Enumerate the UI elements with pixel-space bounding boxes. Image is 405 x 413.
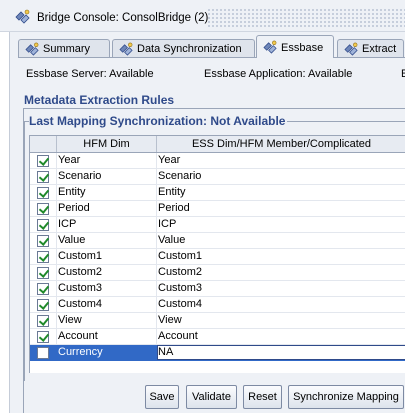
ess-dim-cell[interactable]: Scenario: [157, 169, 405, 184]
include-checkbox[interactable]: [37, 331, 49, 343]
ess-dim-cell[interactable]: NA: [157, 345, 405, 360]
console-icon: [344, 42, 358, 56]
include-checkbox[interactable]: [37, 347, 49, 359]
include-cell: [30, 249, 57, 264]
table-row[interactable]: Custom2 Custom2: [30, 265, 405, 281]
table-row[interactable]: Account Account: [30, 329, 405, 345]
include-checkbox[interactable]: [37, 187, 49, 199]
table-row[interactable]: View View: [30, 313, 405, 329]
essbase-server-status: Essbase Server: Available: [26, 68, 154, 80]
include-cell: [30, 201, 57, 216]
column-header-ess-dim[interactable]: ESS Dim/HFM Member/Complicated: [157, 136, 405, 152]
include-cell: [30, 281, 57, 296]
include-cell: [30, 169, 57, 184]
ess-dim-cell[interactable]: Custom1: [157, 249, 405, 264]
hfm-dim-cell[interactable]: Entity: [57, 185, 157, 200]
include-cell: [30, 217, 57, 232]
hfm-dim-cell[interactable]: Custom4: [57, 297, 157, 312]
mapping-table: HFM Dim ESS Dim/HFM Member/Complicated Y…: [29, 135, 405, 373]
include-checkbox[interactable]: [37, 251, 49, 263]
ess-dim-cell[interactable]: Custom4: [157, 297, 405, 312]
include-checkbox[interactable]: [37, 299, 49, 311]
column-header-include[interactable]: [30, 136, 57, 152]
ess-dim-cell[interactable]: Custom3: [157, 281, 405, 296]
ess-dim-cell[interactable]: Value: [157, 233, 405, 248]
include-cell: [30, 345, 57, 360]
validate-button[interactable]: Validate: [186, 385, 237, 409]
include-checkbox[interactable]: [37, 315, 49, 327]
essbase-application-status: Essbase Application: Available: [204, 68, 353, 80]
hfm-dim-cell[interactable]: Custom2: [57, 265, 157, 280]
include-cell: [30, 329, 57, 344]
include-checkbox[interactable]: [37, 203, 49, 215]
ess-dim-cell[interactable]: Period: [157, 201, 405, 216]
table-row[interactable]: Period Period: [30, 201, 405, 217]
window-titlebar: Bridge Console: ConsolBridge (2): [0, 0, 405, 32]
table-row[interactable]: Custom3 Custom3: [30, 281, 405, 297]
section-title: Metadata Extraction Rules: [24, 93, 175, 107]
include-checkbox[interactable]: [37, 283, 49, 295]
status-overflow-text: E: [401, 68, 405, 80]
window-title: Bridge Console: ConsolBridge (2): [37, 12, 209, 24]
hfm-dim-cell[interactable]: Scenario: [57, 169, 157, 184]
table-row[interactable]: Scenario Scenario: [30, 169, 405, 185]
save-button[interactable]: Save: [145, 385, 179, 409]
include-cell: [30, 265, 57, 280]
bridge-console-icon: [15, 9, 30, 24]
hfm-dim-cell[interactable]: Value: [57, 233, 157, 248]
tab-label: Summary: [43, 43, 91, 55]
table-row[interactable]: Entity Entity: [30, 185, 405, 201]
table-row[interactable]: ICP ICP: [30, 217, 405, 233]
include-checkbox[interactable]: [37, 235, 49, 247]
hfm-dim-cell[interactable]: View: [57, 313, 157, 328]
ess-dim-cell[interactable]: ICP: [157, 217, 405, 232]
hfm-dim-cell[interactable]: Period: [57, 201, 157, 216]
hfm-dim-cell[interactable]: Custom3: [57, 281, 157, 296]
tab-essbase[interactable]: Essbase: [256, 35, 334, 58]
hfm-dim-cell[interactable]: ICP: [57, 217, 157, 232]
ess-dim-cell[interactable]: Entity: [157, 185, 405, 200]
include-cell: [30, 313, 57, 328]
hfm-dim-cell[interactable]: Currency: [57, 345, 157, 360]
include-checkbox[interactable]: [37, 171, 49, 183]
table-row[interactable]: Value Value: [30, 233, 405, 249]
tab-strip: Summary Data Synchronization Essbase Ext…: [18, 35, 405, 58]
include-cell: [30, 233, 57, 248]
hfm-dim-cell[interactable]: Account: [57, 329, 157, 344]
hfm-dim-cell[interactable]: Custom1: [57, 249, 157, 264]
table-row[interactable]: Currency NA: [30, 345, 405, 361]
table-row[interactable]: Custom1 Custom1: [30, 249, 405, 265]
console-icon: [119, 42, 133, 56]
tab-label: Data Synchronization: [137, 43, 242, 55]
include-cell: [30, 297, 57, 312]
hfm-dim-cell[interactable]: Year: [57, 153, 157, 168]
console-icon: [263, 40, 277, 54]
synchronize-mapping-button[interactable]: Synchronize Mapping: [288, 385, 404, 409]
group-title: Last Mapping Synchronization: Not Availa…: [29, 114, 288, 128]
include-cell: [30, 153, 57, 168]
ess-dim-cell[interactable]: Account: [157, 329, 405, 344]
column-header-hfm-dim[interactable]: HFM Dim: [57, 136, 157, 152]
tab-summary[interactable]: Summary: [18, 39, 110, 58]
table-row[interactable]: Custom4 Custom4: [30, 297, 405, 313]
include-checkbox[interactable]: [37, 219, 49, 231]
tab-divider: [18, 57, 405, 58]
tab-label: Essbase: [281, 42, 324, 54]
include-checkbox[interactable]: [37, 267, 49, 279]
table-row[interactable]: Year Year: [30, 153, 405, 169]
titlebar-grip: [207, 8, 405, 28]
console-icon: [25, 42, 39, 56]
ess-dim-cell[interactable]: Year: [157, 153, 405, 168]
ess-dim-cell[interactable]: View: [157, 313, 405, 328]
reset-button[interactable]: Reset: [243, 385, 282, 409]
ess-dim-cell[interactable]: Custom2: [157, 265, 405, 280]
tab-label: Extract: [362, 43, 397, 55]
console-panel: Summary Data Synchronization Essbase Ext…: [9, 32, 405, 413]
table-header: HFM Dim ESS Dim/HFM Member/Complicated: [30, 136, 405, 153]
include-checkbox[interactable]: [37, 155, 49, 167]
tab-extract[interactable]: Extract: [337, 39, 404, 58]
tab-data-synchronization[interactable]: Data Synchronization: [112, 39, 255, 58]
include-cell: [30, 185, 57, 200]
